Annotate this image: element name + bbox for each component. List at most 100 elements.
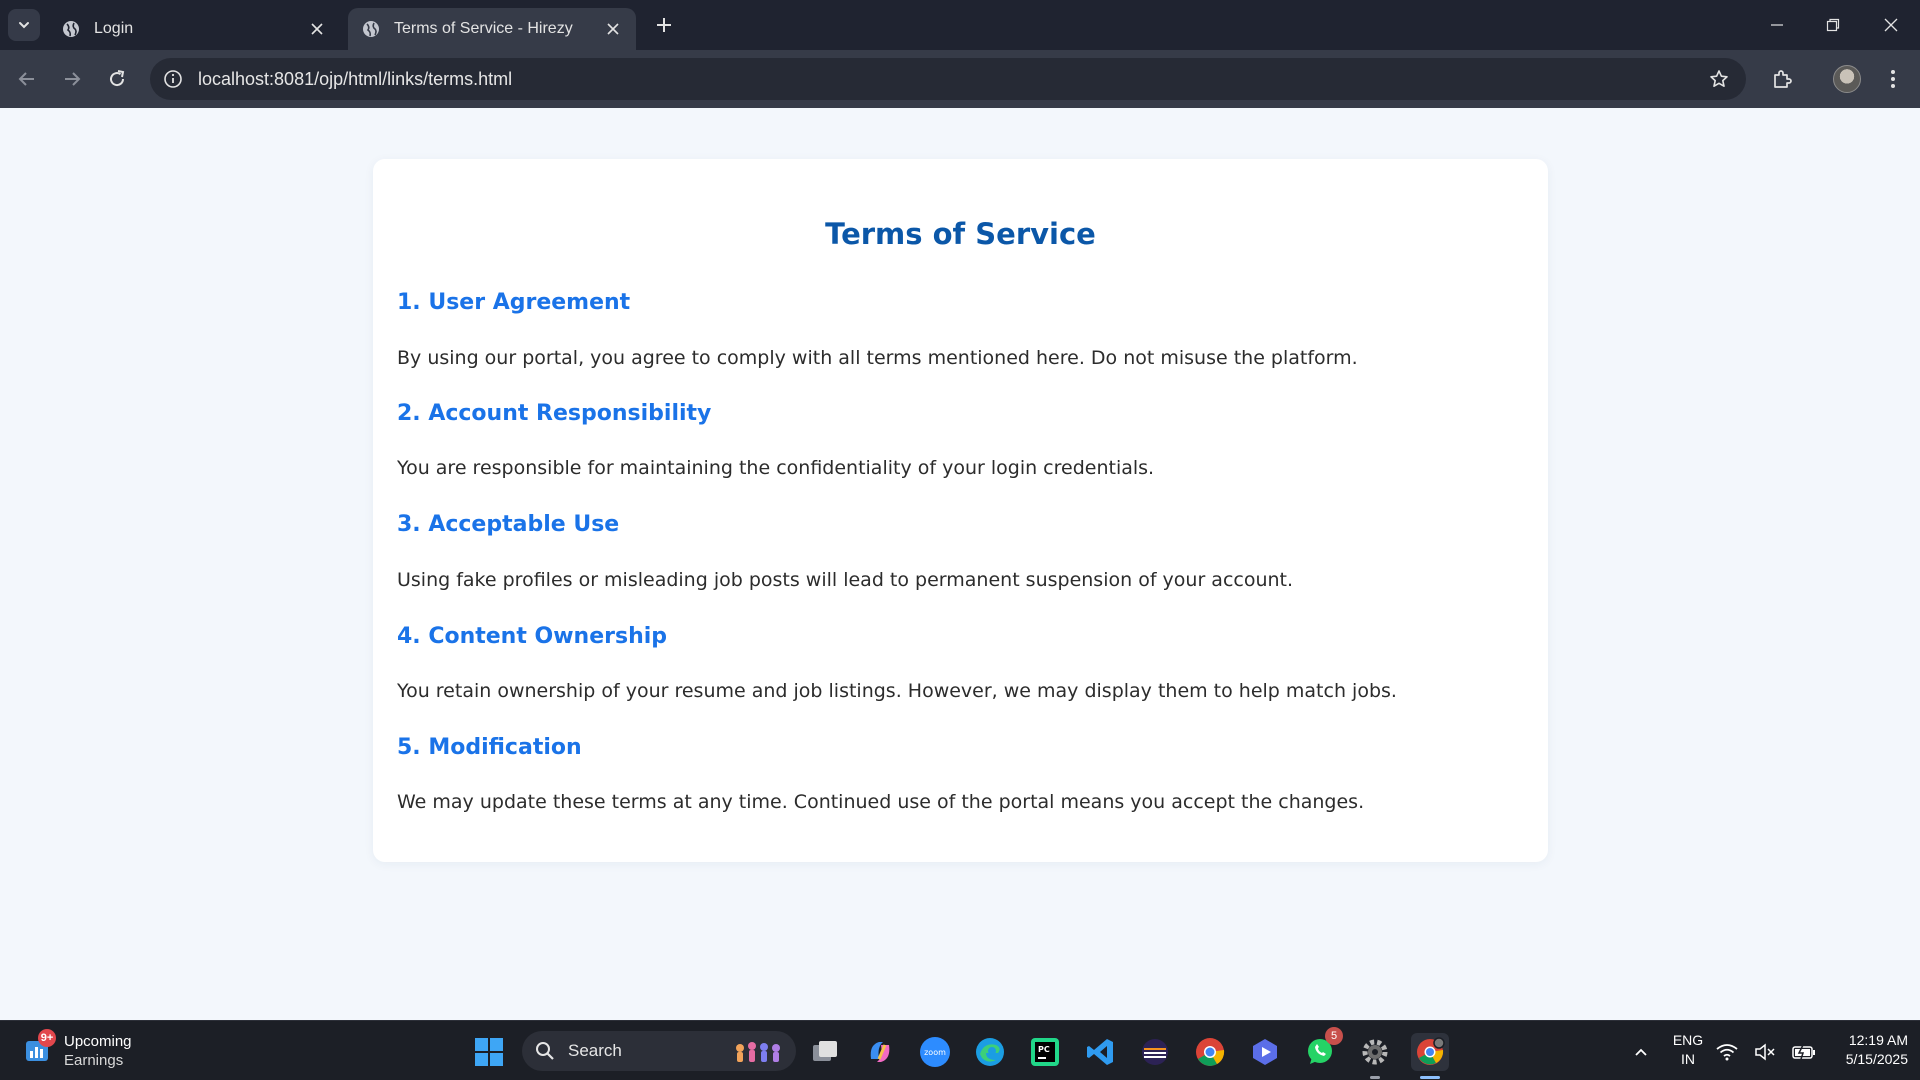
pycharm-button[interactable]: PC <box>1026 1033 1064 1071</box>
browser-toolbar: localhost:8081/ojp/html/links/terms.html <box>0 50 1920 108</box>
new-tab-button[interactable] <box>650 11 678 39</box>
whatsapp-button[interactable]: 5 <box>1301 1027 1343 1071</box>
show-hidden-icons-button[interactable] <box>1622 1033 1660 1071</box>
chrome-icon <box>1196 1038 1225 1066</box>
browser-menu-button[interactable] <box>1876 62 1910 96</box>
chrome-button[interactable] <box>1191 1033 1229 1071</box>
taskbar-search[interactable]: Search <box>522 1031 796 1071</box>
zoom-app-button[interactable]: zoom <box>916 1033 954 1071</box>
copilot-icon <box>870 1042 890 1062</box>
wifi-icon <box>1716 1044 1738 1061</box>
task-view-icon <box>813 1041 837 1061</box>
notification-badge: 5 <box>1325 1027 1343 1045</box>
minimize-icon <box>1771 24 1783 26</box>
taskbar: 9+ Upcoming Earnings Search zoom PC 5 EN… <box>0 1020 1920 1080</box>
profile-button[interactable] <box>1830 62 1864 96</box>
settings-button[interactable] <box>1356 1033 1394 1079</box>
page-viewport: Terms of Service 1. User Agreement By us… <box>0 108 1920 1020</box>
notification-badge: 9+ <box>38 1029 56 1047</box>
edge-icon <box>976 1038 1004 1066</box>
tab-login[interactable]: Login <box>48 8 340 50</box>
section-heading: 2. Account Responsibility <box>397 401 712 426</box>
chevron-down-icon <box>19 22 29 29</box>
running-indicator <box>1370 1076 1380 1079</box>
widgets-button[interactable]: 9+ Upcoming Earnings <box>24 1029 132 1071</box>
puzzle-icon <box>1774 70 1792 88</box>
avatar <box>1833 65 1861 93</box>
widget-subtitle: Earnings <box>64 1052 124 1069</box>
section-text: You are responsible for maintaining the … <box>397 457 1155 479</box>
section-heading: 4. Content Ownership <box>397 624 668 649</box>
language-region: IN <box>1681 1051 1695 1067</box>
plus-icon <box>657 18 671 32</box>
zoom-icon: zoom <box>920 1037 950 1067</box>
minimize-button[interactable] <box>1754 8 1800 42</box>
svg-text:PC: PC <box>1038 1045 1050 1054</box>
gear-icon <box>1362 1039 1388 1065</box>
tab-title: Terms of Service - Hirezy <box>394 20 573 37</box>
page-title: Terms of Service <box>825 217 1096 251</box>
section-heading: 3. Acceptable Use <box>397 512 620 537</box>
language-code: ENG <box>1672 1032 1704 1048</box>
running-indicator <box>1420 1076 1440 1079</box>
chrome-active-button[interactable] <box>1411 1033 1449 1079</box>
start-button[interactable] <box>470 1033 508 1071</box>
back-button[interactable] <box>10 62 44 96</box>
address-bar[interactable]: localhost:8081/ojp/html/links/terms.html <box>150 58 1746 100</box>
widget-title: Upcoming <box>64 1033 132 1050</box>
windows-icon <box>475 1038 503 1066</box>
speaker-muted-icon <box>1755 1043 1775 1061</box>
clock-date: 5/15/2025 <box>1845 1051 1908 1067</box>
section-text: By using our portal, you agree to comply… <box>397 347 1358 369</box>
edge-browser-button[interactable] <box>971 1033 1009 1071</box>
pycharm-icon: PC <box>1031 1038 1059 1066</box>
search-icon <box>534 1040 556 1062</box>
section-text: You retain ownership of your resume and … <box>397 680 1397 702</box>
arrow-right-icon <box>65 72 81 86</box>
tab-search-button[interactable] <box>8 9 40 41</box>
extensions-button[interactable] <box>1765 62 1799 96</box>
reload-button[interactable] <box>100 62 134 96</box>
close-window-button[interactable] <box>1868 8 1914 42</box>
restore-icon <box>1826 18 1840 32</box>
close-icon[interactable] <box>600 16 626 42</box>
video-editor-button[interactable] <box>1246 1033 1284 1071</box>
vscode-icon <box>1087 1039 1113 1065</box>
copilot-button[interactable] <box>861 1033 899 1071</box>
section-heading: 1. User Agreement <box>397 290 631 315</box>
section-heading: 5. Modification <box>397 735 582 760</box>
stock-chart-icon: 9+ <box>24 1029 56 1065</box>
url-text[interactable]: localhost:8081/ojp/html/links/terms.html <box>198 69 1706 90</box>
task-view-button[interactable] <box>806 1033 844 1071</box>
browser-tab-bar: Login Terms of Service - Hirezy <box>0 0 1920 50</box>
chevron-up-icon <box>1635 1048 1647 1056</box>
section-text: Using fake profiles or misleading job po… <box>397 569 1294 591</box>
terms-card: Terms of Service 1. User Agreement By us… <box>373 159 1548 862</box>
globe-icon <box>363 21 379 37</box>
close-icon <box>1884 18 1898 32</box>
search-highlight-icon <box>736 1042 780 1062</box>
clock[interactable]: 12:19 AM 5/15/2025 <box>1818 1031 1908 1069</box>
more-vertical-icon <box>1891 70 1895 88</box>
close-icon[interactable] <box>304 16 330 42</box>
language-indicator[interactable]: ENG IN <box>1662 1031 1714 1069</box>
quick-settings-button[interactable] <box>1716 1033 1816 1071</box>
eclipse-button[interactable] <box>1136 1033 1174 1071</box>
site-info-icon[interactable] <box>162 68 184 90</box>
search-label: Search <box>568 1041 622 1060</box>
chrome-profile-icon <box>1417 1037 1445 1065</box>
reload-icon <box>110 70 125 87</box>
globe-icon <box>63 21 79 37</box>
tab-title: Login <box>94 20 134 37</box>
vscode-button[interactable] <box>1081 1033 1119 1071</box>
widget-text: Upcoming Earnings <box>64 1032 132 1070</box>
forward-button[interactable] <box>55 62 89 96</box>
bookmark-star-icon[interactable] <box>1706 66 1732 92</box>
tab-terms-of-service[interactable]: Terms of Service - Hirezy <box>348 8 636 50</box>
eclipse-icon <box>1142 1039 1168 1065</box>
play-hexagon-icon <box>1253 1039 1277 1065</box>
arrow-left-icon <box>18 72 34 86</box>
restore-button[interactable] <box>1810 8 1856 42</box>
battery-charging-icon <box>1792 1044 1815 1060</box>
clock-time: 12:19 AM <box>1848 1032 1908 1048</box>
